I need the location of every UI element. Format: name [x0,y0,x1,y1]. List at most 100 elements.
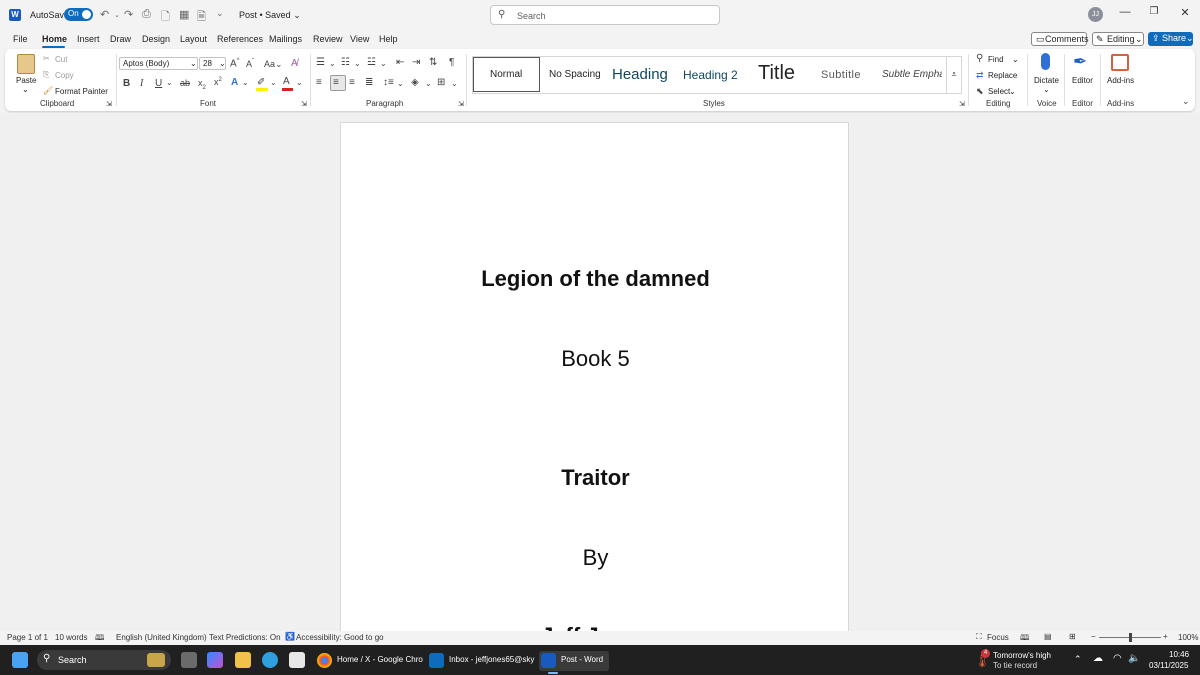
zoom-level[interactable]: 100% [1178,633,1198,642]
paste-icon[interactable] [17,54,35,74]
doc-by[interactable]: By [341,545,850,571]
edge-icon[interactable] [262,652,278,668]
text-predictions[interactable]: Text Predictions: On [209,633,281,642]
numbering-dropdown-icon[interactable]: ⌄ [354,59,361,68]
customize-quick-access-icon[interactable]: ⌄ [216,8,224,19]
decrease-indent-icon[interactable]: ⇤ [396,57,404,68]
tab-references[interactable]: References [217,34,263,44]
subscript-icon[interactable]: x2 [198,78,206,91]
minimize-icon[interactable]: — [1116,6,1134,18]
page-count[interactable]: Page 1 of 1 [7,633,48,642]
shading-dropdown-icon[interactable]: ⌄ [425,79,432,88]
clock-time[interactable]: 10:46 [1169,650,1189,659]
zoom-out-icon[interactable]: − [1091,632,1096,641]
align-left-icon[interactable]: ≡ [316,77,322,88]
wifi-icon[interactable]: ◠ [1113,653,1122,664]
restore-icon[interactable]: ❐ [1145,6,1163,17]
accessibility-status[interactable]: Accessibility: Good to go [296,633,384,642]
style-subtitle[interactable]: Subtitle [821,69,861,81]
tab-mailings[interactable]: Mailings [269,34,302,44]
taskbar-search[interactable]: ⚲ Search [37,650,171,670]
doc-author[interactable]: Jeff Jones [341,623,850,631]
store-icon[interactable] [289,652,305,668]
print-layout-icon[interactable]: ▤ [1044,632,1052,641]
font-name-dropdown[interactable]: Aptos (Body) ⌄ [119,57,198,70]
copy-button[interactable]: Copy [55,71,74,80]
print-preview-icon[interactable]: ⎙ [142,8,151,21]
font-color-icon[interactable]: A [283,76,290,87]
editor-pen-icon[interactable]: ✒ [1073,52,1087,72]
style-no-spacing[interactable]: No Spacing [549,69,601,80]
paste-dropdown-icon[interactable]: ⌄ [22,85,29,94]
borders-dropdown-icon[interactable]: ⌄ [451,79,458,88]
highlight-icon[interactable]: ✐ [257,77,265,88]
comments-button[interactable]: ▭ Comments [1031,32,1089,46]
bullets-icon[interactable]: ☰ [316,57,325,68]
multilevel-list-icon[interactable]: ☳ [367,57,376,68]
style-heading-2[interactable]: Heading 2 [683,68,738,82]
language[interactable]: English (United Kingdom) [116,633,207,642]
style-title[interactable]: Title [758,62,795,85]
doc-book-number[interactable]: Book 5 [341,346,850,372]
shading-icon[interactable]: ◈ [411,77,419,88]
borders-icon[interactable]: ⊞ [437,77,445,88]
sort-icon[interactable]: ⇅ [429,57,437,68]
grow-font-icon[interactable]: A^ [230,58,240,69]
format-painter-button[interactable]: Format Painter [55,87,108,96]
tab-home[interactable]: Home [42,34,67,44]
task-view-icon[interactable] [181,652,197,668]
underline-dropdown-icon[interactable]: ⌄ [166,78,173,87]
tab-design[interactable]: Design [142,34,170,44]
style-heading[interactable]: Heading [612,66,668,83]
replace-button[interactable]: Replace [988,71,1017,80]
editor-button[interactable]: Editor [1072,76,1093,85]
dictate-dropdown-icon[interactable]: ⌄ [1043,85,1050,94]
taskbar-chrome[interactable]: Home / X - Google Chro [315,651,423,671]
numbering-icon[interactable]: ☷ [341,57,350,68]
undo-dropdown-icon[interactable]: ⌄ [114,11,120,19]
underline-icon[interactable]: U [155,78,162,89]
change-case-icon[interactable]: Aa⌄ [264,59,283,70]
find-button[interactable]: Find [988,55,1004,64]
avatar[interactable]: JJ [1088,7,1103,22]
text-effects-icon[interactable]: A [231,77,238,88]
find-dropdown-icon[interactable]: ⌄ [1012,55,1019,64]
read-mode-icon[interactable]: 🕮 [1020,632,1029,646]
bullets-dropdown-icon[interactable]: ⌄ [329,59,336,68]
onedrive-icon[interactable]: ☁ [1093,653,1103,664]
taskbar-word[interactable]: Post - Word [539,651,609,671]
cut-button[interactable]: Cut [55,55,67,64]
line-spacing-dropdown-icon[interactable]: ⌄ [397,79,404,88]
zoom-in-icon[interactable]: + [1163,632,1168,641]
superscript-icon[interactable]: x2 [214,77,222,87]
add-ins-button[interactable]: Add-ins [1107,76,1134,85]
text-effects-dropdown-icon[interactable]: ⌄ [242,78,249,87]
microphone-icon[interactable] [1041,53,1050,70]
styles-more-icon[interactable]: ⩡ [946,57,961,93]
show-hidden-icons-icon[interactable]: ⌃ [1074,654,1082,665]
windows-start-icon[interactable] [12,652,28,668]
share-button[interactable]: ⇪ Share ⌄ [1148,32,1194,46]
autosave-toggle[interactable]: On [64,8,93,21]
shrink-font-icon[interactable]: Aˇ [246,59,254,69]
style-normal[interactable]: Normal [490,69,522,80]
add-ins-icon[interactable] [1111,54,1129,71]
copilot-icon[interactable] [207,652,223,668]
font-color-dropdown-icon[interactable]: ⌄ [296,78,303,87]
line-spacing-icon[interactable]: ↕≡ [383,77,394,88]
styles-launcher-icon[interactable]: ⇲ [959,100,965,108]
close-icon[interactable]: ✕ [1176,6,1194,19]
tab-view[interactable]: View [350,34,369,44]
doc-subtitle[interactable]: Traitor [341,465,850,491]
focus-button[interactable]: Focus [987,633,1009,642]
weather-subtitle[interactable]: To tie record [993,661,1037,670]
tab-review[interactable]: Review [313,34,343,44]
proofing-icon[interactable]: 🕮 [95,632,104,646]
document-page[interactable]: Legion of the damned Book 5 Traitor By J… [340,122,849,631]
clock-date[interactable]: 03/11/2025 [1149,661,1188,670]
show-formatting-icon[interactable]: ¶ [449,57,454,68]
volume-icon[interactable]: 🔈 [1128,653,1140,664]
tab-layout[interactable]: Layout [180,34,207,44]
file-explorer-icon[interactable] [235,652,251,668]
taskbar-outlook[interactable]: Inbox - jeffjones65@sky [427,651,535,671]
